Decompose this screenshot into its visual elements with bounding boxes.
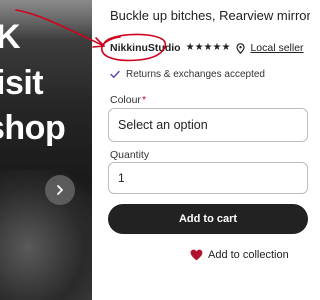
colour-select[interactable]: Select an option xyxy=(108,108,308,142)
colour-label: Colour* xyxy=(110,94,146,106)
colour-select-value: Select an option xyxy=(118,118,208,132)
add-to-cart-button[interactable]: Add to cart xyxy=(108,204,308,234)
quantity-select[interactable]: 1 xyxy=(108,162,308,194)
star-icon: ★ xyxy=(185,42,195,53)
decal-text-line-2: isit xyxy=(0,64,44,102)
star-icon: ★ xyxy=(221,42,231,53)
next-image-button[interactable] xyxy=(45,175,75,205)
returns-info: Returns & exchanges accepted xyxy=(110,69,265,80)
colour-label-text: Colour xyxy=(110,94,141,106)
quantity-label: Quantity xyxy=(110,149,150,161)
listing-details: Buckle up bitches, Rearview mirror deco … xyxy=(101,0,310,300)
star-icon: ★ xyxy=(203,42,213,53)
annotation-circle xyxy=(101,33,167,62)
annotation-arrow xyxy=(15,9,105,48)
star-icon: ★ xyxy=(212,42,222,53)
heart-icon xyxy=(190,249,203,261)
add-to-collection-label: Add to collection xyxy=(208,249,289,261)
add-to-cart-label: Add to cart xyxy=(178,213,238,225)
add-to-collection-button[interactable]: Add to collection xyxy=(190,249,289,261)
rating-stars[interactable]: ★ ★ ★ ★ ★ xyxy=(186,43,231,53)
returns-text: Returns & exchanges accepted xyxy=(126,69,265,80)
required-marker: * xyxy=(141,94,147,106)
local-seller-link[interactable]: Local seller xyxy=(250,42,303,54)
map-pin-icon xyxy=(236,42,246,54)
quantity-value: 1 xyxy=(118,171,125,185)
check-icon xyxy=(110,70,120,79)
listing-title[interactable]: Buckle up bitches, Rearview mirror deco xyxy=(110,8,310,23)
star-icon: ★ xyxy=(194,42,204,53)
chevron-right-icon xyxy=(57,185,63,195)
decal-text-line-3: shop xyxy=(0,109,66,147)
